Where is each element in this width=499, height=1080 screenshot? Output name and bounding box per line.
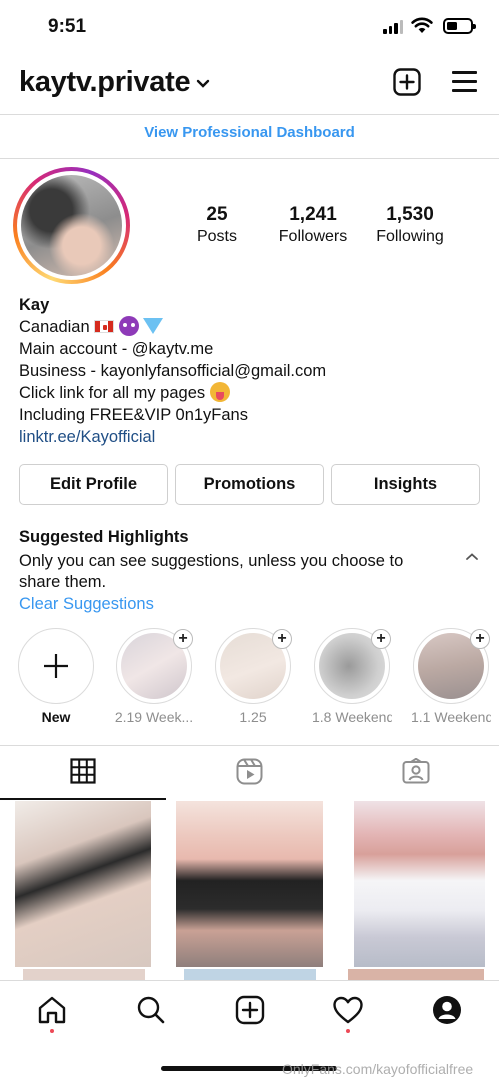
stat-following[interactable]: 1,530 Following <box>366 204 454 246</box>
divider <box>0 114 499 115</box>
suggested-highlights-description: Only you can see suggestions, unless you… <box>19 552 404 591</box>
new-highlight-button[interactable]: New <box>16 628 96 725</box>
stat-label: Followers <box>278 228 348 245</box>
notification-dot <box>50 1029 54 1033</box>
tongue-emoji-icon <box>209 382 230 402</box>
bio: Kay Canadian Main account - @kaytv.me Bu… <box>19 294 326 448</box>
search-icon <box>137 996 165 1024</box>
bio-line: Including FREE&VIP 0n1yFans <box>19 406 248 424</box>
stat-followers[interactable]: 1,241 Followers <box>268 204 358 246</box>
highlight-label: 2.19 Week... <box>114 709 194 725</box>
divider <box>0 158 499 159</box>
wifi-icon <box>411 17 433 33</box>
chevron-up-icon[interactable] <box>465 552 479 562</box>
bio-line: Main account - @kaytv.me <box>19 340 214 358</box>
post-thumbnail[interactable] <box>23 969 145 980</box>
add-highlight-icon[interactable]: + <box>470 629 490 649</box>
avatar-photo <box>21 175 122 276</box>
highlight-label: 1.25 <box>239 709 267 725</box>
notification-dot <box>346 1029 350 1033</box>
add-highlight-icon[interactable]: + <box>371 629 391 649</box>
account-switcher[interactable]: kaytv.private <box>19 66 210 99</box>
highlight-label: New <box>41 709 71 725</box>
username-title: kaytv.private <box>19 66 191 98</box>
watermark: OnlyFans.com/kayofofficialfree <box>282 1061 474 1077</box>
nav-search[interactable] <box>131 995 171 1035</box>
professional-dashboard-link[interactable]: View Professional Dashboard <box>0 124 499 141</box>
menu-icon[interactable] <box>452 71 477 98</box>
status-time: 9:51 <box>48 16 87 37</box>
reels-icon <box>236 758 262 785</box>
devil-emoji-icon <box>118 316 139 336</box>
tab-grid[interactable] <box>0 758 166 800</box>
stat-value: 25 <box>206 204 228 225</box>
post-thumbnail[interactable] <box>15 801 151 967</box>
highlight-label: 1.1 Weekend <box>411 709 491 725</box>
divider <box>0 745 499 746</box>
cellular-signal-icon <box>383 20 403 34</box>
promotions-button[interactable]: Promotions <box>175 464 324 505</box>
stat-posts[interactable]: 25 Posts <box>177 204 257 246</box>
profile-icon <box>433 996 461 1024</box>
canada-flag-icon <box>94 320 115 333</box>
status-bar: 9:51 <box>0 0 499 56</box>
profile-header: kaytv.private <box>0 62 499 108</box>
post-thumbnail[interactable] <box>354 801 485 967</box>
post-thumbnail[interactable] <box>184 969 316 980</box>
tab-reels[interactable] <box>166 758 332 800</box>
tab-tagged[interactable] <box>333 758 499 800</box>
edit-profile-button[interactable]: Edit Profile <box>19 464 168 505</box>
insights-button[interactable]: Insights <box>331 464 480 505</box>
stat-label: Following <box>376 228 444 245</box>
heart-icon <box>333 996 363 1024</box>
highlight-item[interactable]: + 1.1 Weekend <box>411 628 491 725</box>
stat-value: 1,241 <box>289 204 337 225</box>
create-post-icon[interactable] <box>393 68 421 96</box>
add-highlight-icon[interactable]: + <box>272 629 292 649</box>
chevron-down-icon <box>197 79 210 88</box>
bio-line: Click link for all my pages <box>19 382 326 404</box>
highlight-item[interactable]: + 1.25 <box>213 628 293 725</box>
grid-icon <box>70 758 96 784</box>
home-icon <box>38 996 66 1024</box>
bio-link[interactable]: linktr.ee/Kayofficial <box>19 426 326 448</box>
gem-emoji-icon <box>143 318 164 334</box>
add-highlight-icon[interactable]: + <box>173 629 193 649</box>
bio-line: Canadian <box>19 316 326 338</box>
battery-icon <box>443 18 476 34</box>
highlight-item[interactable]: + 1.8 Weekend <box>312 628 392 725</box>
suggested-highlights-title: Suggested Highlights <box>19 528 189 546</box>
tagged-icon <box>402 758 430 784</box>
nav-profile[interactable] <box>427 995 467 1035</box>
plus-icon <box>44 654 68 678</box>
highlight-item[interactable]: + 2.19 Week... <box>114 628 194 725</box>
stat-value: 1,530 <box>386 204 434 225</box>
active-tab-indicator <box>0 798 166 800</box>
stat-label: Posts <box>196 228 237 245</box>
highlight-label: 1.8 Weekend <box>312 709 392 725</box>
display-name: Kay <box>19 296 50 314</box>
post-thumbnail[interactable] <box>176 801 323 967</box>
clear-suggestions-link[interactable]: Clear Suggestions <box>19 595 154 614</box>
bio-line: Business - kayonlyfansofficial@gmail.com <box>19 362 327 380</box>
nav-create[interactable] <box>230 995 270 1035</box>
create-post-icon <box>235 995 265 1025</box>
post-thumbnail[interactable] <box>348 969 484 980</box>
avatar[interactable] <box>13 167 130 284</box>
